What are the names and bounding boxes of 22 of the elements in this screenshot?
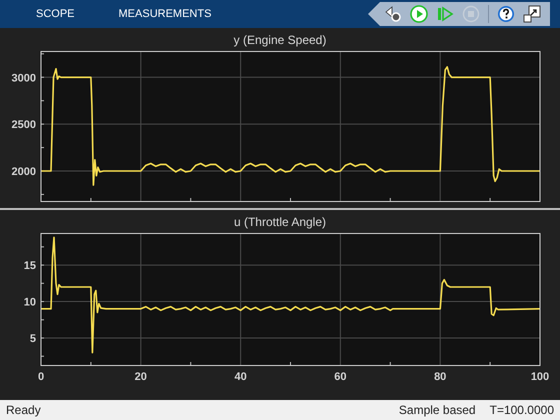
undock-icon[interactable] [523,5,541,23]
tick-label: 0 [38,371,44,383]
tick-label: 5 [30,333,36,346]
plot-title: y (Engine Speed) [234,32,326,48]
settings-icon[interactable] [384,5,402,23]
tick-label: 2500 [12,119,36,132]
tick-label: 100 [530,371,550,383]
plot-title: u (Throttle Angle) [234,214,326,230]
tick-label: 3000 [12,72,36,84]
status-time: T=100.0000 [490,402,554,419]
tab[interactable]: MEASUREMENTS [110,0,220,28]
tick-label: 15 [24,260,36,272]
tick-label: 20 [134,371,147,383]
status-mode: Sample based [398,402,476,419]
help-icon[interactable] [497,5,515,23]
tick-label: 80 [434,371,446,383]
tick-label: 10 [24,296,36,309]
tick-label: 60 [334,371,347,383]
tick-label: 40 [234,371,247,383]
tab[interactable]: SCOPE [28,0,83,28]
status-text: Ready [6,402,41,419]
tick-label: 2000 [12,166,36,178]
